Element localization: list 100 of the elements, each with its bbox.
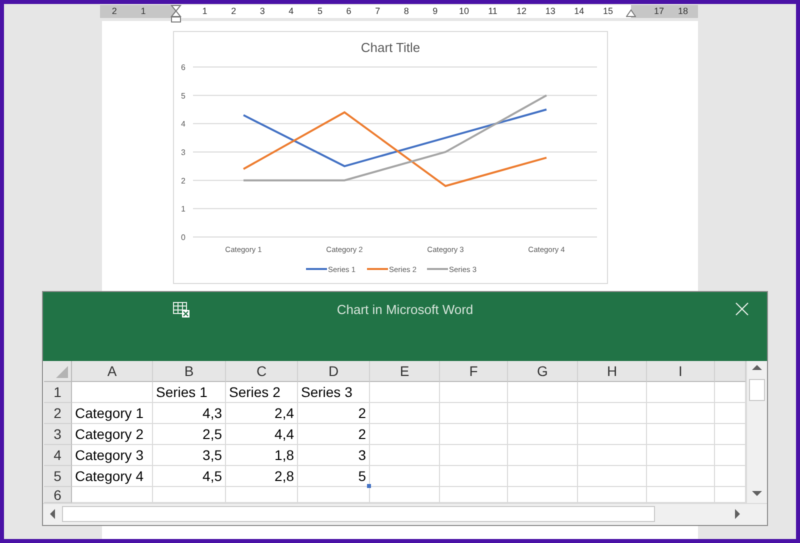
- column-header[interactable]: F: [440, 361, 508, 382]
- row-header[interactable]: 1: [44, 382, 72, 403]
- column-header[interactable]: B: [153, 361, 226, 382]
- table-cell: [508, 382, 578, 403]
- table-cell: [508, 487, 578, 503]
- column-header[interactable]: G: [508, 361, 578, 382]
- row-header[interactable]: 5: [44, 466, 72, 487]
- ruler-number: 6: [345, 5, 352, 18]
- table-cell: [440, 487, 508, 503]
- table-cell: [440, 403, 508, 424]
- ruler-number: 8: [402, 5, 410, 18]
- table-cell: 5: [298, 466, 370, 487]
- table-cell: [440, 424, 508, 445]
- table-cell: [370, 403, 440, 424]
- table-cell: [508, 424, 578, 445]
- ruler-number: 2: [230, 5, 238, 18]
- scroll-thumb[interactable]: [749, 379, 765, 401]
- table-cell: [370, 424, 440, 445]
- ruler-number: 11: [487, 5, 498, 18]
- column-header[interactable]: H: [578, 361, 647, 382]
- y-tick-label: 1: [181, 204, 186, 214]
- ruler-number: 3: [258, 5, 266, 18]
- table-cell: Category 4: [72, 466, 153, 487]
- table-cell: [647, 424, 715, 445]
- close-button[interactable]: [735, 302, 749, 316]
- ruler-number: 15: [602, 5, 614, 18]
- table-cell: [370, 487, 440, 503]
- table-cell: [508, 403, 578, 424]
- table-cell: [440, 382, 508, 403]
- table-cell: [578, 487, 647, 503]
- table-cell: [647, 403, 715, 424]
- ruler-number: 1: [140, 5, 147, 18]
- ruler-number: 14: [573, 5, 586, 18]
- table-cell: Category 2: [72, 424, 153, 445]
- table-cell: Series 1: [153, 382, 226, 403]
- table-cell: 2,4: [226, 403, 298, 424]
- table-cell: [440, 466, 508, 487]
- ruler-number: 13: [544, 5, 556, 18]
- table-cell: 2: [298, 424, 370, 445]
- table-cell: [440, 445, 508, 466]
- table-cell: [578, 466, 647, 487]
- table-cell: Category 1: [72, 403, 153, 424]
- row-header[interactable]: 3: [44, 424, 72, 445]
- table-cell: 2: [298, 403, 370, 424]
- ruler-number: 4: [288, 5, 295, 18]
- ruler-number: 10: [458, 5, 470, 18]
- ruler-number: 12: [516, 5, 528, 18]
- table-cell: [370, 445, 440, 466]
- table-cell: [578, 445, 647, 466]
- table-cell: 3: [298, 445, 370, 466]
- table-cell: 4,3: [153, 403, 226, 424]
- y-tick-label: 2: [181, 176, 186, 186]
- window-title: Chart in Microsoft Word: [336, 302, 474, 318]
- y-tick-label: 5: [181, 91, 186, 100]
- table-cell: [647, 445, 715, 466]
- chart-title: Chart Title: [360, 40, 420, 55]
- table-cell: Category 3: [72, 445, 153, 466]
- y-tick-label: 0: [181, 233, 186, 242]
- scroll-thumb[interactable]: [62, 506, 655, 522]
- table-cell: Series 2: [226, 382, 298, 403]
- ruler-number: 1: [201, 5, 208, 18]
- table-cell: 2,5: [153, 424, 226, 445]
- table-cell: [508, 466, 578, 487]
- ruler-number: 18: [676, 5, 689, 18]
- vertical-scrollbar[interactable]: [746, 361, 767, 503]
- table-cell: [508, 445, 578, 466]
- column-header[interactable]: E: [370, 361, 440, 382]
- ruler-number: 5: [316, 5, 324, 18]
- table-cell: [647, 382, 715, 403]
- ruler-number: 17: [652, 5, 665, 18]
- indent-marker-icon[interactable]: [171, 5, 181, 25]
- ruler-number: 2: [110, 5, 118, 18]
- ruler-number: 7: [374, 5, 382, 18]
- table-cell: 3,5: [153, 445, 226, 466]
- table-cell: [647, 487, 715, 503]
- table-cell: [370, 466, 440, 487]
- spreadsheet-icon[interactable]: [173, 302, 190, 318]
- horizontal-scrollbar[interactable]: [43, 503, 767, 524]
- column-header[interactable]: C: [226, 361, 298, 382]
- table-cell: [647, 466, 715, 487]
- resize-handle-icon[interactable]: [367, 484, 371, 488]
- column-header[interactable]: A: [72, 361, 153, 382]
- y-tick-label: 3: [181, 148, 186, 157]
- column-header[interactable]: D: [298, 361, 370, 382]
- table-cell: [298, 487, 370, 503]
- table-cell: [578, 382, 647, 403]
- table-cell: [578, 424, 647, 445]
- ruler-number: 9: [432, 5, 439, 18]
- table-cell: 1,8: [226, 445, 298, 466]
- table-cell: 4,4: [226, 424, 298, 445]
- y-tick-label: 4: [181, 120, 186, 129]
- row-header[interactable]: 2: [44, 403, 72, 424]
- table-cell: 4,5: [153, 466, 226, 487]
- row-header[interactable]: 6: [44, 487, 72, 503]
- y-tick-label: 6: [181, 63, 186, 72]
- table-cell: [226, 487, 298, 503]
- row-header[interactable]: 4: [44, 445, 72, 466]
- column-header[interactable]: I: [647, 361, 715, 382]
- table-cell: 2,8: [226, 466, 298, 487]
- table-cell: Series 3: [298, 382, 370, 403]
